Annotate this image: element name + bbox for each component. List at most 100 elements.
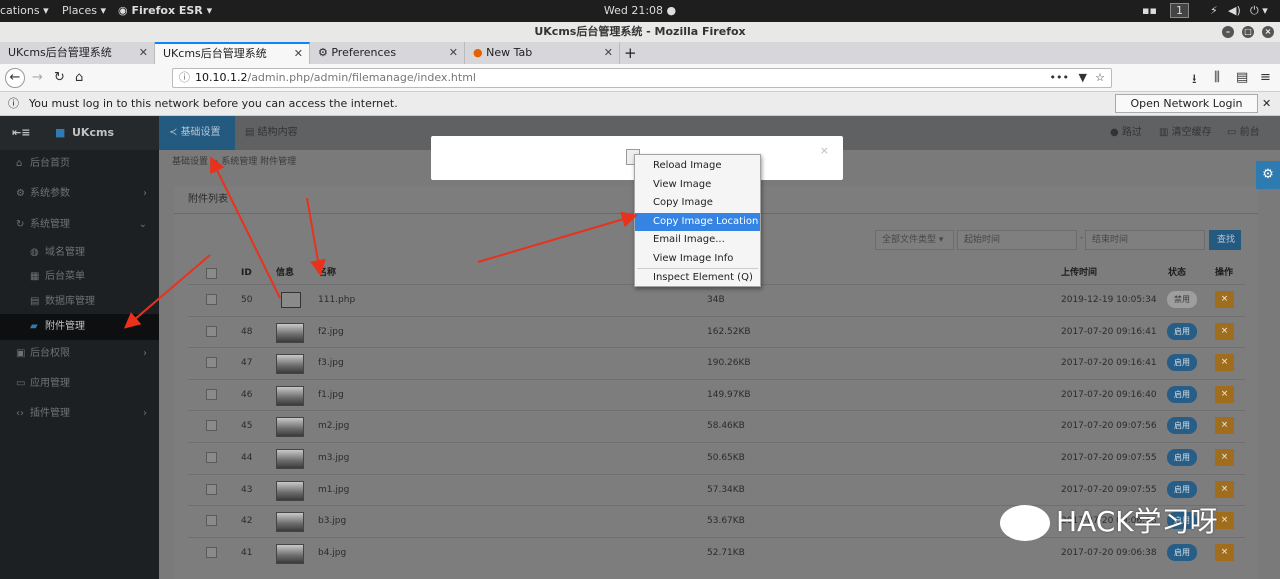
delete-button[interactable]: × [1215,385,1234,403]
context-menu-item[interactable]: Reload Image [635,157,760,175]
volume-icon[interactable]: ◀) [1228,4,1241,17]
select-all-checkbox[interactable] [206,268,217,279]
tab-ukcms-1[interactable]: UKcms后台管理系统 ✕ [0,42,155,64]
topnav-frontend[interactable]: ▭ 前台 [1227,116,1260,150]
topnav-clear-cache[interactable]: ▥ 清空缓存 [1159,116,1212,150]
maximize-icon[interactable]: □ [1242,26,1254,38]
column-header-id[interactable]: ID [241,262,252,284]
sidebar-toggle-icon[interactable]: ⇤≡ [12,116,30,150]
image-thumbnail[interactable] [276,543,304,564]
new-tab-button[interactable]: + [620,42,642,64]
file-type-select[interactable]: 全部文件类型 ▾ [875,230,954,250]
back-button[interactable]: ← [5,68,25,88]
tab-new-tab[interactable]: ● New Tab ✕ [465,42,620,64]
tab-ukcms-2[interactable]: UKcms后台管理系统 ✕ [155,42,310,64]
bookmark-star-icon[interactable]: ☆ [1095,69,1105,87]
close-tab-icon[interactable]: ✕ [604,42,613,64]
image-file-icon[interactable] [281,292,301,308]
page-actions-icon[interactable]: ••• [1050,69,1069,87]
network-icon[interactable]: ▪▪ [1142,4,1157,17]
row-checkbox[interactable] [206,325,217,337]
sidebar-item[interactable]: ‹› 插件管理 › [0,401,159,427]
sidebar-item[interactable]: ▦ 后台菜单 [0,264,159,290]
reload-button[interactable]: ↻ [54,70,65,85]
status-badge[interactable]: 禁用 [1167,291,1197,308]
status-badge[interactable]: 启用 [1167,354,1197,372]
status-badge[interactable]: 启用 [1167,385,1197,403]
row-checkbox[interactable] [206,546,217,558]
sidebar-item[interactable]: ▤ 数据库管理 [0,289,159,315]
delete-button[interactable]: × [1215,354,1234,372]
status-badge[interactable]: 启用 [1167,449,1197,466]
image-thumbnail[interactable] [276,512,304,533]
column-header-upload-time[interactable]: 上传时间 [1061,262,1097,284]
delete-button[interactable]: × [1215,480,1234,498]
sidebar-item[interactable]: ◍ 域名管理 [0,240,159,266]
row-checkbox[interactable] [206,294,217,305]
close-tab-icon[interactable]: ✕ [294,44,303,64]
sidebar-item[interactable]: ▰ 附件管理 [0,314,159,340]
sidebar-item[interactable]: ↻ 系统管理 ⌄ [0,212,159,238]
status-badge[interactable]: 启用 [1167,480,1197,498]
close-tab-icon[interactable]: ✕ [139,42,148,64]
delete-button[interactable]: × [1215,543,1234,561]
row-checkbox[interactable] [206,483,217,495]
topnav-basic-settings[interactable]: ≺ 基础设置 [159,116,235,150]
sidebar-item[interactable]: ▭ 应用管理 [0,371,159,397]
delete-button[interactable]: × [1215,322,1234,340]
downloads-icon[interactable]: ⭳ [1192,70,1197,92]
image-thumbnail[interactable] [276,322,304,343]
topnav-user[interactable]: ● 路过 [1110,116,1142,150]
context-menu-item[interactable]: Inspect Element (Q) [635,269,760,287]
row-checkbox[interactable] [206,357,217,369]
start-time-input[interactable]: 起始时间 [957,230,1077,250]
context-menu-item[interactable]: Email Image... [635,231,760,249]
close-tab-icon[interactable]: ✕ [449,42,458,64]
image-thumbnail[interactable] [276,480,304,501]
sidebar-item[interactable]: ⌂ 后台首页 [0,151,159,177]
close-notification-icon[interactable]: ✕ [1262,92,1271,116]
delete-button[interactable]: × [1215,291,1234,308]
status-badge[interactable]: 启用 [1167,543,1197,561]
image-thumbnail[interactable] [276,417,304,438]
search-button[interactable]: 查找 [1209,230,1241,250]
status-badge[interactable]: 启用 [1167,322,1197,340]
column-header-name[interactable]: 名称 [318,262,336,284]
delete-button[interactable]: × [1215,417,1234,435]
row-checkbox[interactable] [206,388,217,400]
clock[interactable]: Wed 21:08 ● [0,4,1280,17]
context-menu-item[interactable]: View Image [635,176,760,194]
sidebar-toggle-icon[interactable]: ▤ [1236,70,1248,85]
network-wired-icon[interactable]: ⚡ [1210,4,1218,17]
forward-button[interactable]: → [32,70,43,85]
url-bar[interactable]: ⓘ 10.10.1.2/admin.php/admin/filemanage/i… [172,68,1112,88]
topnav-structure-content[interactable]: ▤ 结构内容 [245,116,298,150]
close-modal-icon[interactable]: × [820,144,829,157]
context-menu-item[interactable]: Copy Image [635,194,760,212]
delete-button[interactable]: × [1215,449,1234,466]
image-thumbnail[interactable] [276,449,304,469]
context-menu-item[interactable]: View Image Info [635,250,760,268]
tab-preferences[interactable]: ⚙ Preferences ✕ [310,42,465,64]
context-menu-item[interactable]: Copy Image Location [635,212,760,231]
workspace-indicator[interactable]: 1 [1170,3,1189,18]
row-checkbox[interactable] [206,452,217,463]
home-button[interactable]: ⌂ [75,70,83,85]
gear-icon[interactable]: ⚙ [1256,161,1280,189]
info-icon[interactable]: ⓘ [179,69,190,87]
status-badge[interactable]: 启用 [1167,417,1197,435]
pocket-icon[interactable]: ▼ [1079,69,1087,87]
row-checkbox[interactable] [206,515,217,527]
minimize-icon[interactable]: – [1222,26,1234,38]
row-checkbox[interactable] [206,420,217,432]
end-time-input[interactable]: 结束时间 [1085,230,1205,250]
image-thumbnail[interactable] [276,385,304,406]
sidebar-item[interactable]: ⚙ 系统参数 › [0,181,159,207]
close-window-icon[interactable]: × [1262,26,1274,38]
library-icon[interactable]: ⫼ [1214,70,1220,85]
image-thumbnail[interactable] [276,354,304,375]
sidebar-item[interactable]: ▣ 后台权限 › [0,341,159,367]
hamburger-menu-icon[interactable]: ≡ [1260,70,1271,85]
open-network-login-button[interactable]: Open Network Login Page [1115,94,1258,127]
power-icon[interactable]: ⏻ ▾ [1250,4,1268,18]
